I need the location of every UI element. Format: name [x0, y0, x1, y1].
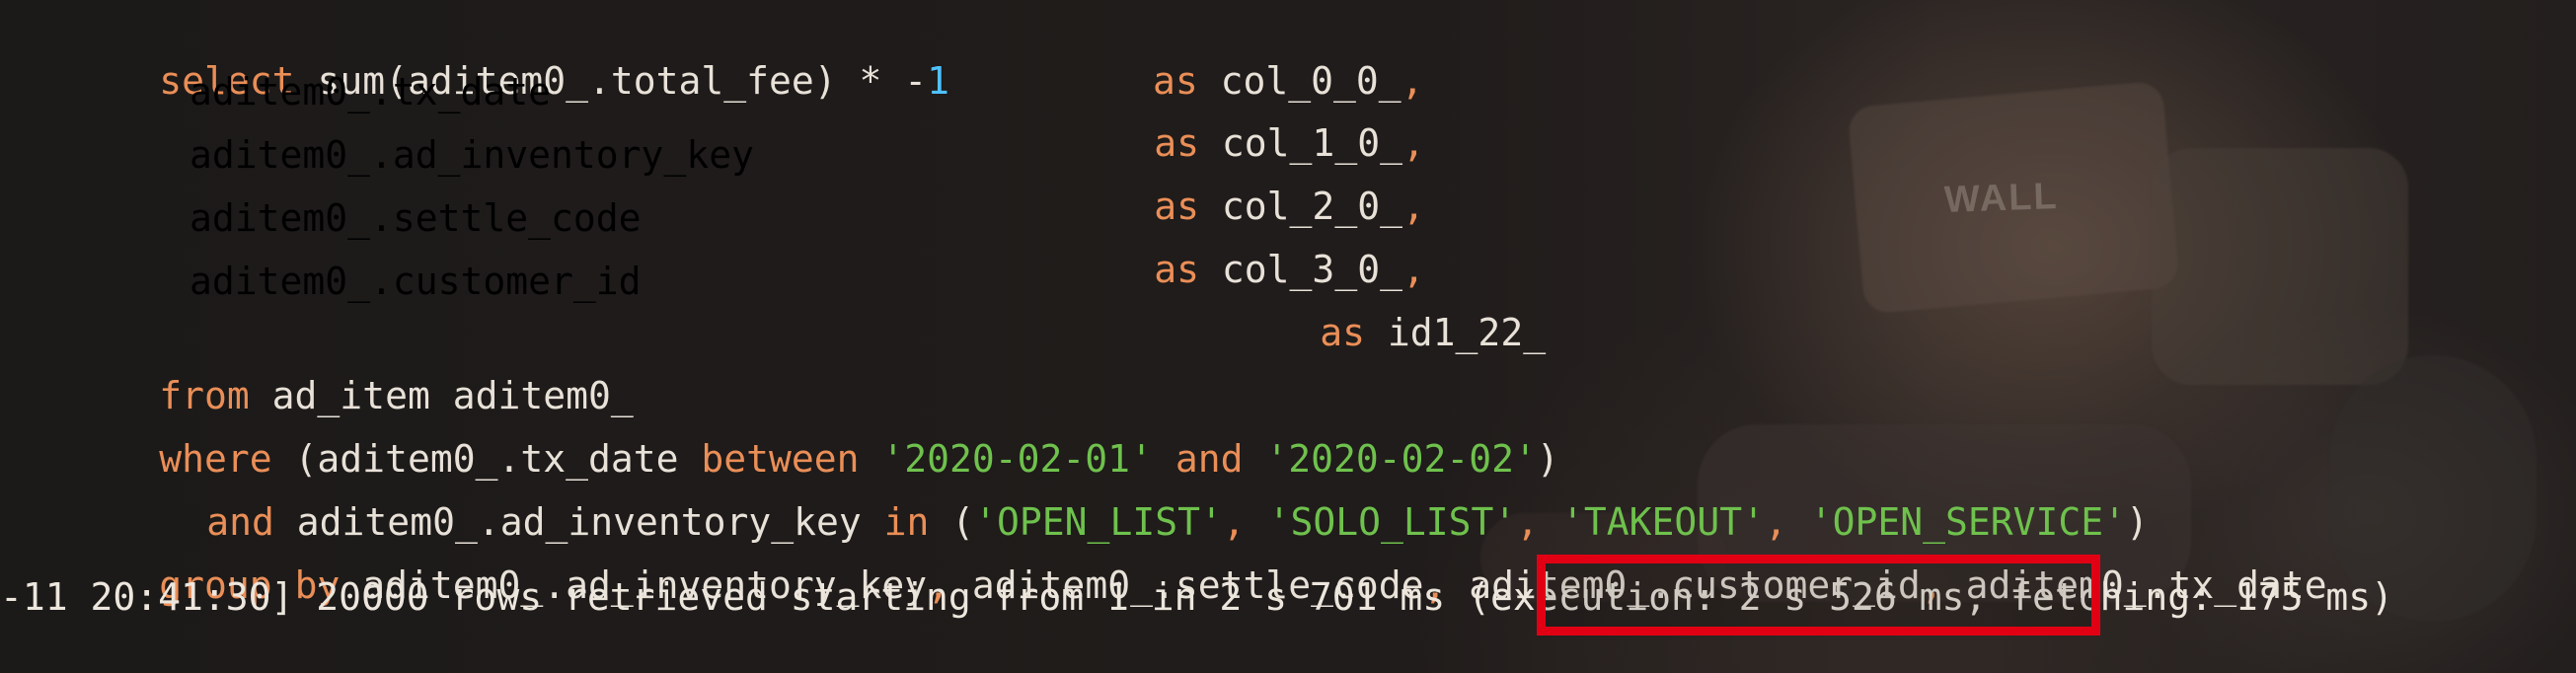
sql-line-2-alias-group: as col_1_0_,	[1019, 66, 1425, 165]
sql-line-1: select sum(aditem0_.total_fee) * -1 as c…	[24, 4, 1423, 103]
execution-highlight-box	[1537, 555, 2100, 636]
sql-line-5-alias-group: as id1_22_	[1184, 256, 1546, 354]
sql-line-2-expression: aditem0_.tx_date	[189, 70, 552, 113]
sql-line-3-alias-group: as col_2_0_,	[1019, 129, 1425, 228]
screenshot-stage: WALL select sum(aditem0_.total_fee) * -1…	[0, 0, 2576, 673]
sql-line-7: where (aditem0_.tx_date between '2020-02…	[24, 382, 1559, 481]
sql-line-5-expression: aditem0_.customer_id	[189, 260, 642, 303]
sql-line-8: and aditem0_.ad_inventory_key in ('OPEN_…	[71, 445, 2149, 544]
sql-console-output: select sum(aditem0_.total_fee) * -1 as c…	[0, 0, 2576, 673]
sql-line-4-alias-group: as col_3_0_,	[1019, 192, 1425, 291]
sql-line-6: from ad_item aditem0_	[24, 319, 633, 417]
sql-line-4-expression: aditem0_.settle_code	[189, 196, 642, 240]
sql-line-5-alias: id1_22_	[1365, 311, 1547, 354]
sql-line-9: group by aditem0_.ad_inventory_key, adit…	[24, 508, 2326, 607]
sql-line-1-number: 1	[927, 59, 950, 103]
sql-line-5-as: as	[1320, 311, 1366, 354]
sql-line-3-expression: aditem0_.ad_inventory_key	[189, 133, 754, 177]
